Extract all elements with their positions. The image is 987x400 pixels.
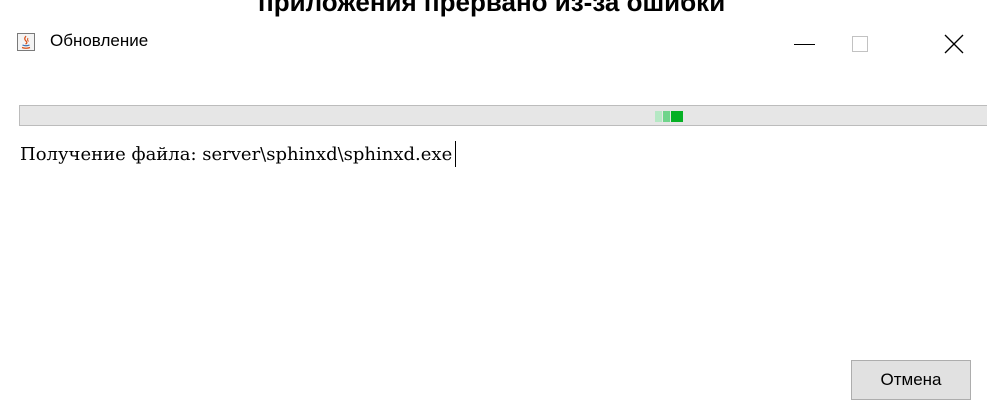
progress-bar — [19, 105, 987, 126]
status-text: Получение файла: server\sphinxd\sphinxd.… — [20, 143, 453, 165]
background-window-strip: приложения прервано из-за ошибки — [0, 0, 987, 20]
progress-chunk — [663, 111, 670, 122]
close-icon — [944, 34, 964, 54]
cancel-button[interactable]: Отмена — [851, 360, 971, 400]
progress-chunk — [655, 111, 662, 122]
java-icon — [17, 33, 35, 51]
minimize-button[interactable] — [771, 20, 833, 66]
maximize-button[interactable] — [833, 20, 895, 66]
close-button[interactable] — [913, 20, 975, 66]
progress-chunk — [671, 111, 683, 122]
window-title: Обновление — [50, 31, 149, 50]
status-text-area[interactable]: Получение файла: server\sphinxd\sphinxd.… — [20, 141, 457, 167]
update-dialog-screen: приложения прервано из-за ошибки Обновле… — [0, 0, 987, 400]
background-window-text: приложения прервано из-за ошибки — [258, 0, 726, 17]
text-caret — [455, 141, 457, 167]
minimize-icon — [794, 44, 815, 45]
window-titlebar[interactable]: Обновление — [0, 20, 987, 66]
maximize-icon — [852, 36, 868, 52]
